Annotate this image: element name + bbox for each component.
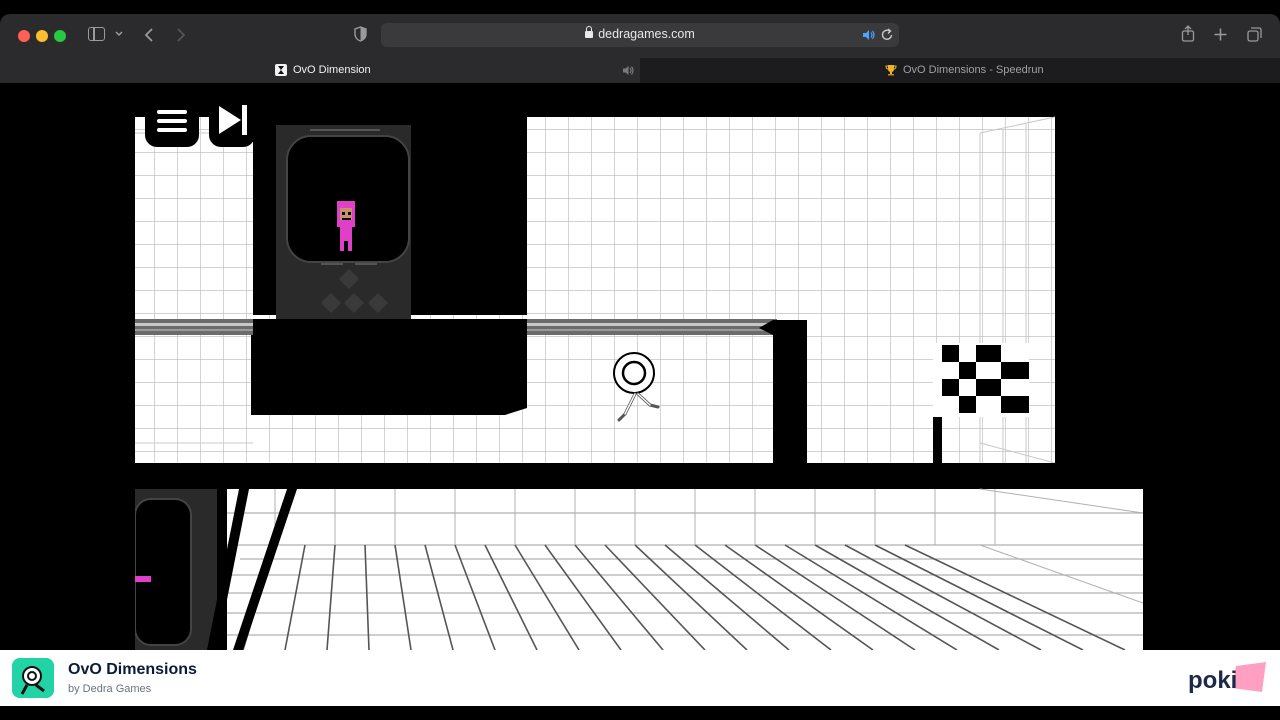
lower-black-block (251, 319, 527, 415)
lock-icon (585, 26, 594, 38)
poki-logo[interactable]: poki (1188, 662, 1268, 696)
svg-text:poki: poki (1188, 667, 1237, 694)
floor-bar (135, 463, 1143, 489)
browser-window: dedragames.com OvO Dimension OvO Dimensi… (0, 0, 1280, 720)
tab-audio-icon[interactable] (622, 65, 635, 76)
game-title: OvO Dimensions (68, 661, 197, 678)
sidebar-toggle-icon[interactable] (88, 27, 105, 41)
speaker-icon[interactable] (862, 29, 875, 41)
url-text: dedragames.com (598, 27, 695, 41)
trophy-icon (885, 65, 897, 76)
address-bar[interactable]: dedragames.com (381, 23, 899, 47)
game-canvas[interactable] (135, 83, 1143, 650)
menu-button[interactable] (145, 99, 199, 147)
game-thumbnail[interactable] (12, 658, 54, 698)
tab-overview-icon[interactable] (1247, 27, 1262, 42)
skip-button[interactable] (209, 99, 255, 147)
chevron-down-icon[interactable] (115, 31, 123, 37)
game-info-bar: OvO Dimensions by Dedra Games poki (0, 650, 1280, 706)
ovo-favicon-icon (275, 64, 287, 76)
browser-toolbar: dedragames.com (0, 14, 1280, 58)
privacy-shield-icon[interactable] (354, 26, 367, 42)
character-preview-panel (276, 125, 411, 319)
tab-ovo-speedrun[interactable]: OvO Dimensions - Speedrun (640, 58, 1280, 83)
close-window-button[interactable] (18, 30, 30, 42)
game-author: by Dedra Games (68, 683, 152, 695)
tab-label: OvO Dimension (293, 64, 371, 76)
back-icon[interactable] (144, 27, 154, 43)
minimize-window-button[interactable] (36, 30, 48, 42)
tab-bar: OvO Dimension OvO Dimensions - Speedrun (0, 58, 1280, 83)
tab-ovo-dimension[interactable]: OvO Dimension (0, 58, 640, 83)
zoom-window-button[interactable] (54, 30, 66, 42)
tab-label: OvO Dimensions - Speedrun (903, 64, 1044, 76)
game-viewport[interactable] (0, 83, 1280, 650)
new-tab-icon[interactable] (1214, 28, 1227, 41)
share-icon[interactable] (1181, 25, 1195, 42)
forward-icon[interactable] (176, 27, 186, 43)
game-scene (135, 83, 1143, 650)
reload-icon[interactable] (881, 28, 894, 42)
